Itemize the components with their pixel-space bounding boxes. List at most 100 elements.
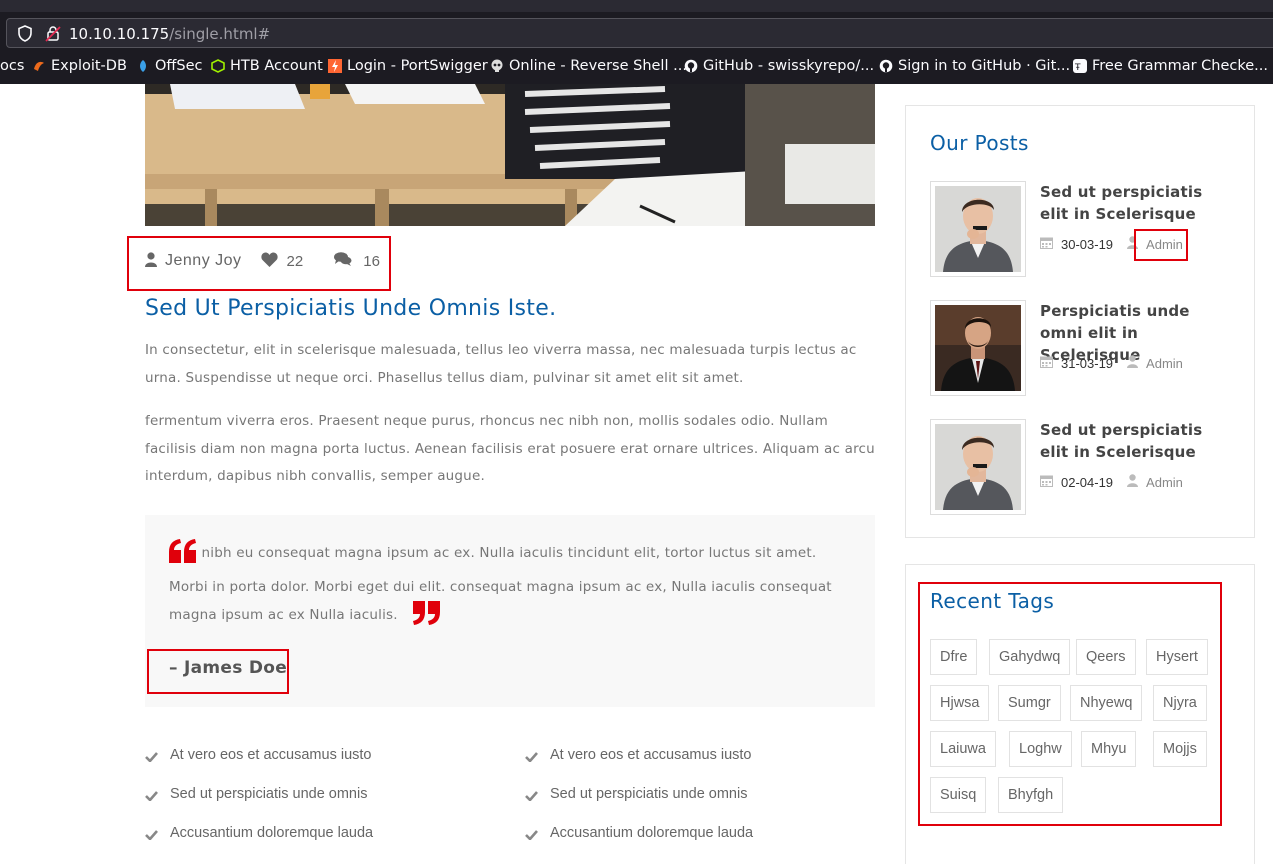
our-posts-title: Our Posts (930, 131, 1029, 155)
bookmark-label: Free Grammar Checke... (1092, 58, 1269, 74)
list-item-label: At vero eos et accusamus iusto (550, 747, 752, 763)
check-icon (145, 752, 158, 762)
tag-qeers[interactable]: Qeers (1076, 639, 1136, 675)
bookmark-offsec[interactable]: OffSec (136, 58, 203, 74)
tag-sumgr[interactable]: Sumgr (998, 685, 1061, 721)
quote-author: – James Doe (169, 658, 288, 678)
list-item: Sed ut perspiciatis unde omnis (145, 786, 495, 825)
post-meta: Jenny Joy 22 16 (145, 250, 380, 272)
heart-icon (260, 252, 278, 271)
tag-mhyu[interactable]: Mhyu (1081, 731, 1137, 767)
bookmark-label: Online - Reverse Shell ... (509, 58, 687, 74)
comments-icon (334, 252, 352, 270)
tag-dfre[interactable]: Dfre (930, 639, 978, 675)
post-title[interactable]: Sed Ut Perspiciatis Unde Omnis Iste. (145, 296, 556, 321)
tag-suisq[interactable]: Suisq (930, 777, 987, 813)
recent-tags-title: Recent Tags (930, 589, 1055, 613)
bookmark-github-swisskyrepo[interactable]: GitHub - swisskyrepo/... (684, 58, 874, 74)
skull-icon (490, 59, 504, 73)
tab-strip (0, 0, 1273, 12)
list-item-label: Accusantium doloremque lauda (170, 825, 374, 841)
open-quote-icon (169, 539, 197, 573)
post-author-link[interactable]: Admin (1146, 237, 1183, 252)
checklist-right: At vero eos et accusamus iusto Sed ut pe… (525, 747, 875, 864)
bookmark-ocs[interactable]: ocs (0, 58, 24, 74)
close-quote-icon (412, 601, 441, 635)
list-item: Accusantium doloremque lauda (525, 825, 875, 864)
calendar-icon (1040, 355, 1053, 371)
github-icon (684, 59, 698, 73)
bookmark-grammar-checker[interactable]: Ŧ Free Grammar Checke... (1073, 58, 1268, 74)
bookmark-label: Exploit-DB (51, 58, 127, 74)
recent-tags-widget: Recent Tags Dfre Gahydwq Qeers Hysert Hj… (905, 564, 1255, 864)
post-thumbnail[interactable] (930, 419, 1026, 515)
tag-njyra[interactable]: Njyra (1153, 685, 1207, 721)
bookmark-portswigger[interactable]: Login - PortSwigger (328, 58, 488, 74)
post-meta: 02-04-19 Admin (1040, 474, 1183, 490)
bookmark-github-signin[interactable]: Sign in to GitHub · Git... (879, 58, 1070, 74)
sidebar-post-1[interactable]: Sed ut perspiciatis elit in Scelerisque … (930, 181, 1230, 277)
post-thumbnail[interactable] (930, 300, 1026, 396)
address-bar[interactable]: 10.10.10.175/single.html# (6, 18, 1273, 48)
bookmark-label: OffSec (155, 58, 203, 74)
tag-bhyfgh[interactable]: Bhyfgh (998, 777, 1064, 813)
grammar-icon: Ŧ (1073, 59, 1087, 73)
post-title-link[interactable]: Sed ut perspiciatis elit in Scelerisque (1040, 419, 1230, 463)
bookmark-htb-account[interactable]: HTB Account (211, 58, 323, 74)
post-title-link[interactable]: Sed ut perspiciatis elit in Scelerisque (1040, 181, 1230, 225)
list-item-label: Sed ut perspiciatis unde omnis (550, 786, 748, 802)
tag-hjwsa[interactable]: Hjwsa (930, 685, 990, 721)
post-author-link[interactable]: Admin (1146, 356, 1183, 371)
quote-body: nibh eu consequat magna ipsum ac ex. Nul… (169, 539, 839, 635)
our-posts-widget: Our Posts Sed ut perspiciatis elit in Sc… (905, 105, 1255, 538)
post-likes[interactable]: 22 (260, 252, 304, 271)
check-icon (525, 830, 538, 840)
blockquote: nibh eu consequat magna ipsum ac ex. Nul… (145, 515, 875, 707)
post-comments[interactable]: 16 (334, 252, 380, 270)
bookmarks-bar: ocs Exploit-DB OffSec HTB Account Login … (0, 56, 1273, 80)
user-icon (145, 251, 157, 271)
user-icon (1127, 236, 1139, 252)
list-item: At vero eos et accusamus iusto (525, 747, 875, 786)
list-item-label: Sed ut perspiciatis unde omnis (170, 786, 368, 802)
list-item: Accusantium doloremque lauda (145, 825, 495, 864)
url-text[interactable]: 10.10.10.175/single.html# (69, 25, 270, 43)
post-author[interactable]: Jenny Joy (145, 251, 242, 271)
post-meta: 31-03-19 Admin (1040, 355, 1183, 371)
check-icon (525, 791, 538, 801)
bookmark-reverse-shell[interactable]: Online - Reverse Shell ... (490, 58, 687, 74)
bookmark-label: ocs (0, 58, 25, 74)
tag-nhyewq[interactable]: Nhyewq (1070, 685, 1143, 721)
browser-chrome: 10.10.10.175/single.html# ocs Exploit-DB… (0, 0, 1273, 84)
post-meta: 30-03-19 Admin (1040, 236, 1183, 252)
tag-laiuwa[interactable]: Laiuwa (930, 731, 996, 767)
bookmark-exploit-db[interactable]: Exploit-DB (32, 58, 127, 74)
tag-mojjs[interactable]: Mojjs (1153, 731, 1207, 767)
calendar-icon (1040, 474, 1053, 490)
tag-loghw[interactable]: Loghw (1009, 731, 1072, 767)
list-item: Sed ut perspiciatis unde omnis (525, 786, 875, 825)
sidebar-post-2[interactable]: Perspiciatis unde omni elit in Scelerisq… (930, 300, 1230, 396)
offsec-icon (136, 59, 150, 73)
list-item: At vero eos et accusamus iusto (145, 747, 495, 786)
bookmark-label: GitHub - swisskyrepo/... (703, 58, 875, 74)
insecure-lock-icon[interactable] (45, 25, 61, 46)
exploitdb-icon (32, 59, 46, 73)
post-author-link[interactable]: Admin (1146, 475, 1183, 490)
bookmark-label: Login - PortSwigger (347, 58, 488, 74)
tag-gahydwq[interactable]: Gahydwq (989, 639, 1071, 675)
author-name: Jenny Joy (165, 252, 242, 269)
post-thumbnail[interactable] (930, 181, 1026, 277)
bookmark-label: HTB Account (230, 58, 323, 74)
url-host: 10.10.10.175 (69, 25, 170, 43)
sidebar-post-3[interactable]: Sed ut perspiciatis elit in Scelerisque … (930, 419, 1230, 515)
shield-icon[interactable] (17, 25, 33, 46)
check-icon (145, 830, 158, 840)
checklist-left: At vero eos et accusamus iusto Sed ut pe… (145, 747, 495, 864)
tag-hysert[interactable]: Hysert (1146, 639, 1208, 675)
likes-count: 22 (286, 252, 304, 270)
post-paragraph-1: In consectetur, elit in scelerisque male… (145, 342, 857, 386)
post-date: 02-04-19 (1061, 474, 1114, 490)
htb-icon (211, 59, 225, 73)
post-date: 30-03-19 (1061, 236, 1114, 252)
